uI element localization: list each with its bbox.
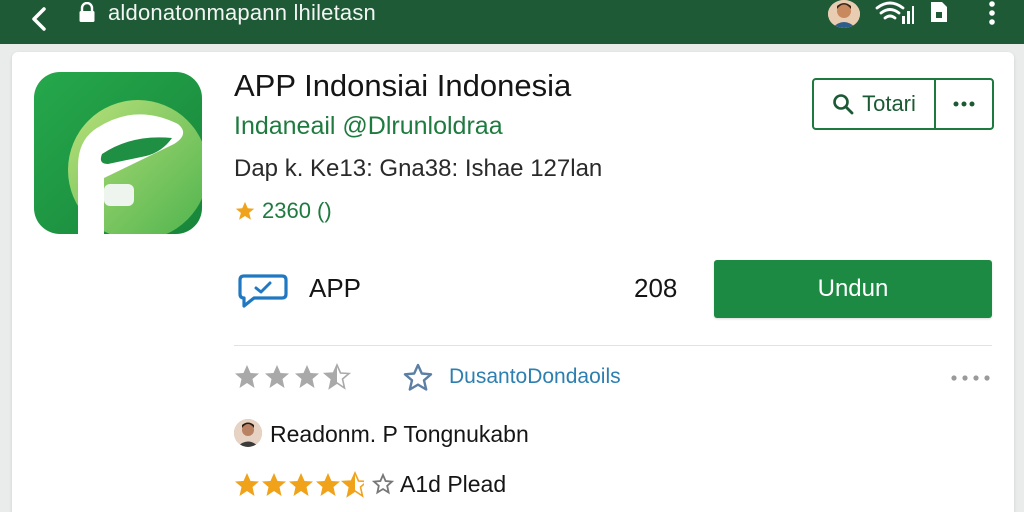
chevron-left-icon bbox=[32, 7, 46, 31]
search-icon bbox=[833, 94, 854, 115]
more-horizontal-icon bbox=[953, 101, 975, 107]
wifi-signal-icon bbox=[875, 1, 914, 24]
total-button-label: Totari bbox=[862, 91, 916, 116]
wishlist-link[interactable]: DusantoDondaoils bbox=[449, 365, 621, 389]
chat-app-logo-icon bbox=[34, 72, 202, 234]
app-size-label: 208 bbox=[634, 273, 678, 303]
thumb-icon bbox=[372, 473, 394, 495]
sim-card-icon bbox=[931, 2, 947, 22]
more-horizontal-icon[interactable] bbox=[948, 368, 992, 388]
app-rating: 2360 () bbox=[234, 197, 332, 225]
more-vertical-icon[interactable] bbox=[982, 0, 1002, 26]
back-button[interactable] bbox=[24, 4, 54, 34]
app-metadata: Dap k. Ke13: Gna38: Ishae 127lan bbox=[234, 155, 603, 182]
star-rating-icon bbox=[235, 471, 364, 498]
review-tag: A1d Plead bbox=[372, 470, 506, 498]
reviewer-name: Readonm. P Tongnukabn bbox=[270, 421, 529, 447]
reviewer-avatar bbox=[234, 419, 262, 447]
star-rating-icon bbox=[235, 363, 352, 390]
star-outline-icon[interactable] bbox=[402, 362, 434, 392]
download-button[interactable]: Undun bbox=[714, 260, 992, 318]
app-title: APP Indonsiai Indonesia bbox=[234, 68, 572, 103]
chat-bubble-icon bbox=[238, 274, 288, 308]
total-button[interactable]: Totari bbox=[814, 80, 936, 128]
rating-count: 2360 () bbox=[262, 198, 332, 223]
action-group: Totari bbox=[812, 78, 994, 130]
review-stars bbox=[234, 470, 364, 500]
review-tag-label: A1d Plead bbox=[400, 470, 507, 497]
rate-app-stars[interactable] bbox=[234, 362, 364, 392]
star-icon bbox=[235, 201, 255, 220]
lock-icon bbox=[79, 2, 95, 22]
developer-link[interactable]: Indaneail @Dlrunloldraa bbox=[234, 112, 503, 141]
person-avatar-icon bbox=[234, 419, 262, 447]
address-bar-url[interactable]: aldonatonmapann lhiletasn bbox=[108, 0, 376, 28]
more-options-button[interactable] bbox=[936, 80, 992, 128]
browser-top-bar: aldonatonmapann lhiletasn bbox=[0, 0, 1024, 44]
profile-avatar[interactable] bbox=[828, 0, 860, 28]
app-icon bbox=[34, 72, 202, 234]
app-type-label: APP bbox=[309, 273, 362, 303]
person-avatar-icon bbox=[828, 0, 860, 28]
section-divider bbox=[234, 345, 992, 346]
